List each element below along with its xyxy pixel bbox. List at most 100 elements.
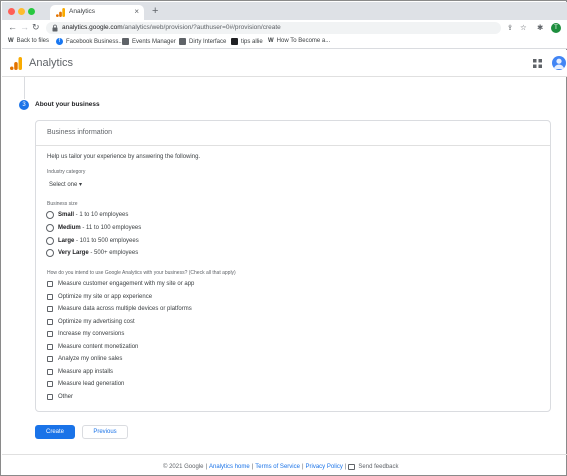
close-tab-icon[interactable]: × — [134, 7, 139, 16]
analytics-logo-icon — [10, 57, 22, 70]
checkbox-label: Measure app installs — [58, 369, 114, 375]
bookmark-favicon-icon: W — [268, 38, 274, 44]
product-title: Analytics — [29, 57, 74, 69]
close-window-button[interactable] — [8, 8, 15, 15]
maximize-window-button[interactable] — [28, 8, 35, 15]
radio-business-size-large[interactable]: Large - 101 to 500 employees — [46, 237, 139, 245]
radio-label: Medium - 11 to 100 employees — [58, 225, 142, 231]
analytics-home-link[interactable]: Analytics home — [209, 464, 250, 470]
checkbox-row[interactable]: Other — [47, 394, 73, 400]
browser-window: Analytics × + ← → ↻ analytics.google.com… — [0, 0, 567, 476]
radio-business-size-small[interactable]: Small - 1 to 10 employees — [46, 211, 128, 219]
checkbox-row[interactable]: Optimize my site or app experience — [47, 294, 152, 300]
radio-label: Small - 1 to 10 employees — [58, 212, 129, 218]
checkbox[interactable] — [47, 356, 53, 362]
checkbox-label: Measure data across multiple devices or … — [58, 306, 192, 312]
checkbox-row[interactable]: Measure lead generation — [47, 381, 124, 387]
divider — [36, 145, 550, 146]
checkbox[interactable] — [47, 319, 53, 325]
industry-category-label: Industry category — [47, 169, 86, 175]
address-bar[interactable]: analytics.google.com/analytics/web/provi… — [46, 22, 501, 34]
checkbox-label: Measure lead generation — [58, 381, 125, 387]
checkbox-row[interactable]: Increase my conversions — [47, 331, 124, 337]
bookmark-star-icon[interactable]: ☆ — [520, 23, 527, 33]
share-icon[interactable]: ⇪ — [507, 23, 513, 33]
checkbox-row[interactable]: Analyze my online sales — [47, 356, 122, 362]
tab-bar: Analytics × + — [2, 2, 567, 20]
bookmark-item[interactable]: W How To Become a... — [268, 38, 330, 44]
checkbox-row[interactable]: Optimize my advertising cost — [47, 319, 135, 325]
previous-button[interactable]: Previous — [82, 425, 128, 439]
checkbox-row[interactable]: Measure customer engagement with my site… — [47, 281, 194, 287]
footer-separator: | — [344, 464, 347, 470]
step-number: 3 — [19, 100, 29, 110]
checkbox-label: Analyze my online sales — [58, 356, 123, 362]
help-text: Help us tailor your experience by answer… — [47, 154, 201, 160]
page-footer: © 2021 Google | Analytics home | Terms o… — [163, 464, 398, 470]
business-information-card: Business information Help us tailor your… — [35, 120, 551, 412]
back-icon[interactable]: ← — [8, 22, 17, 33]
bookmark-label: Back to files — [16, 38, 50, 44]
bookmarks-bar: W Back to files f Facebook Business... E… — [2, 36, 567, 49]
radio-button[interactable] — [46, 237, 54, 245]
business-size-label: Business size — [47, 201, 78, 207]
bookmark-item[interactable]: Dirty Interface — [179, 38, 226, 45]
bookmark-item[interactable]: tips allie — [231, 38, 263, 45]
checkbox-label: Measure content monetization — [58, 344, 139, 350]
minimize-window-button[interactable] — [18, 8, 25, 15]
account-avatar[interactable] — [552, 56, 566, 70]
footer-separator: | — [301, 464, 304, 470]
profile-avatar[interactable]: T — [551, 23, 561, 33]
checkbox[interactable] — [47, 306, 53, 312]
radio-label: Very Large - 500+ employees — [58, 250, 139, 256]
checkbox[interactable] — [47, 394, 53, 400]
browser-toolbar: ← → ↻ analytics.google.com/analytics/web… — [2, 20, 567, 36]
bookmark-item[interactable]: Events Manager — [122, 38, 176, 45]
browser-tab[interactable]: Analytics × — [50, 5, 144, 20]
footer-separator: | — [205, 464, 208, 470]
checkbox[interactable] — [47, 294, 53, 300]
checkbox-label: Measure customer engagement with my site… — [58, 281, 195, 287]
checkbox-row[interactable]: Measure content monetization — [47, 344, 138, 350]
bookmark-item[interactable]: f Facebook Business... — [56, 38, 123, 45]
step-title: About your business — [35, 101, 100, 108]
radio-button[interactable] — [46, 224, 54, 232]
forward-icon[interactable]: → — [20, 22, 29, 33]
checkbox-label: Increase my conversions — [58, 331, 125, 337]
dirty-interface-icon — [179, 38, 186, 45]
apps-grid-icon[interactable] — [533, 59, 542, 68]
bookmark-label: Dirty Interface — [189, 38, 227, 45]
checkbox-label: Other — [58, 394, 74, 400]
bookmark-favicon-icon: W — [8, 38, 14, 44]
checkbox[interactable] — [47, 281, 53, 287]
bookmark-label: Facebook Business... — [66, 38, 124, 45]
radio-business-size-very-large[interactable]: Very Large - 500+ employees — [46, 249, 138, 257]
step-connector — [24, 77, 25, 99]
checkbox[interactable] — [47, 344, 53, 350]
tab-title: Analytics — [69, 8, 96, 15]
checkbox[interactable] — [47, 369, 53, 375]
bookmark-item[interactable]: W Back to files — [8, 38, 49, 44]
send-feedback-link[interactable]: Send feedback — [358, 464, 398, 470]
radio-button[interactable] — [46, 211, 54, 219]
extensions-icon[interactable]: ✱ — [537, 23, 543, 33]
reload-icon[interactable]: ↻ — [32, 22, 40, 33]
create-button[interactable]: Create — [35, 425, 75, 439]
analytics-header: Analytics — [2, 50, 567, 77]
checkbox[interactable] — [47, 331, 53, 337]
card-title: Business information — [47, 129, 112, 136]
analytics-favicon-icon — [56, 8, 65, 17]
footer-divider — [2, 454, 567, 455]
radio-business-size-medium[interactable]: Medium - 11 to 100 employees — [46, 224, 141, 232]
industry-category-select[interactable]: Select one ▾ — [49, 181, 82, 188]
checkbox-row[interactable]: Measure app installs — [47, 369, 113, 375]
checkbox-label: Optimize my site or app experience — [58, 294, 153, 300]
tips-allie-icon — [231, 38, 238, 45]
privacy-policy-link[interactable]: Privacy Policy — [306, 464, 343, 470]
bookmark-label: How To Become a... — [276, 38, 331, 44]
radio-button[interactable] — [46, 249, 54, 257]
new-tab-button[interactable]: + — [152, 5, 158, 17]
terms-of-service-link[interactable]: Terms of Service — [255, 464, 300, 470]
checkbox-row[interactable]: Measure data across multiple devices or … — [47, 306, 192, 312]
checkbox[interactable] — [47, 381, 53, 387]
